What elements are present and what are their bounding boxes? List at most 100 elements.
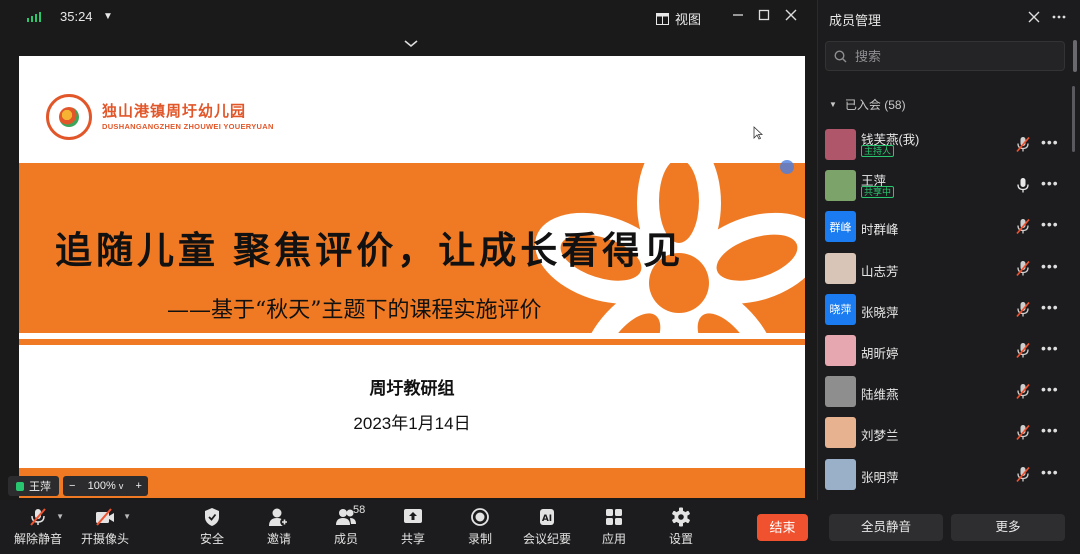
view-button[interactable]: 视图 — [656, 9, 701, 28]
member-more-icon[interactable]: ••• — [1041, 134, 1059, 150]
avatar: 晓萍 — [825, 293, 856, 325]
member-row[interactable]: 晓萍 张晓萍 ••• — [819, 289, 1071, 330]
active-speaker-tag: 王萍 — [8, 476, 59, 496]
avatar — [825, 252, 856, 284]
grid-view-icon — [656, 12, 669, 25]
panel-title: 成员管理 — [829, 13, 882, 28]
member-more-icon[interactable]: ••• — [1041, 381, 1059, 397]
slide-organization: 周圩教研组 — [369, 379, 455, 398]
member-row[interactable]: 张明萍 ••• — [819, 454, 1071, 495]
share-screen-icon — [404, 509, 422, 523]
mic-muted-icon[interactable] — [1015, 424, 1031, 441]
members-count: 58 — [353, 504, 366, 516]
member-row[interactable]: 胡昕婷 ••• — [819, 330, 1071, 371]
member-row[interactable]: 王萍 共享中 ••• — [819, 165, 1071, 206]
member-row[interactable]: 山志芳 ••• — [819, 248, 1071, 289]
member-role-badge: 主持人 — [861, 145, 895, 157]
add-user-icon — [269, 508, 289, 527]
joined-group-header[interactable]: ▼ 已入会 (58) — [829, 96, 906, 113]
member-row[interactable]: 刘梦兰 ••• — [819, 412, 1071, 453]
settings-button[interactable]: 设置 — [651, 506, 711, 547]
camera-label: 开摄像头 — [80, 532, 129, 546]
member-more-icon[interactable]: ••• — [1041, 464, 1059, 480]
zoom-out-button[interactable]: − — [69, 480, 75, 492]
maximize-icon — [758, 9, 770, 21]
member-more-icon[interactable]: ••• — [1041, 299, 1059, 315]
maximize-button[interactable] — [752, 6, 776, 28]
share-button[interactable]: 共享 — [383, 506, 443, 547]
timer-dropdown-icon[interactable]: ▼ — [103, 11, 113, 22]
search-icon — [834, 49, 847, 62]
meeting-timer: 35:24 — [60, 9, 93, 24]
camera-button[interactable]: ▼ 开摄像头 — [75, 506, 135, 547]
mic-muted-icon[interactable] — [1015, 260, 1031, 277]
apps-button[interactable]: 应用 — [584, 506, 644, 547]
slide-title: 追随儿童 聚焦评价，让成长看得见 — [55, 230, 685, 271]
avatar — [825, 334, 856, 366]
zoom-in-button[interactable]: + — [136, 480, 142, 492]
members-label: 成员 — [333, 532, 358, 546]
apps-label: 应用 — [601, 532, 626, 546]
mic-muted-icon[interactable] — [1015, 218, 1031, 235]
member-row[interactable]: 群峰 时群峰 ••• — [819, 206, 1071, 247]
mic-muted-icon[interactable] — [1015, 342, 1031, 359]
mute-all-button[interactable]: 全员静音 — [829, 514, 943, 541]
member-list-scrollbar[interactable] — [1072, 86, 1075, 152]
member-name: 山志芳 — [861, 264, 899, 279]
zoom-level-value: 100% — [87, 480, 116, 492]
divider-band — [19, 339, 805, 345]
avatar: 群峰 — [825, 211, 856, 243]
mic-muted-icon[interactable] — [1015, 383, 1031, 400]
zoom-level[interactable]: 100% v — [88, 480, 124, 492]
member-row[interactable]: 陆维燕 ••• — [819, 371, 1071, 412]
member-name: 刘梦兰 — [861, 429, 899, 444]
zoom-control: − 100% v + — [63, 476, 148, 496]
member-search[interactable] — [825, 41, 1065, 71]
member-list: 钱芙燕(我) 主持人 ••• 王萍 共享中 ••• 群峰 时群峰 ••• 山志芳 ••• 晓萍 张晓萍 •… — [819, 124, 1071, 495]
record-button[interactable]: 录制 — [450, 506, 510, 547]
member-name: 张明萍 — [861, 470, 899, 485]
minutes-button[interactable]: AI 会议纪要 — [517, 506, 577, 547]
zoom-dropdown-icon: v — [118, 481, 124, 491]
avatar-text: 晓萍 — [829, 304, 852, 317]
mic-on-icon[interactable] — [1015, 177, 1031, 194]
unmute-button[interactable]: ▼ 解除静音 — [8, 506, 68, 547]
minimize-button[interactable] — [726, 6, 750, 28]
close-icon — [785, 9, 797, 21]
signal-icon[interactable] — [27, 12, 41, 22]
more-button[interactable]: 更多 — [951, 514, 1065, 541]
end-meeting-button[interactable]: 结束 — [757, 514, 808, 541]
unmute-options-icon[interactable]: ▼ — [56, 512, 64, 521]
record-label: 录制 — [467, 532, 492, 546]
minimize-icon — [733, 14, 743, 16]
annotation-icon — [780, 160, 794, 174]
panel-more-button[interactable] — [1049, 6, 1069, 22]
members-button[interactable]: 58 成员 — [316, 504, 376, 547]
security-button[interactable]: 安全 — [182, 506, 242, 547]
member-more-icon[interactable]: ••• — [1041, 216, 1059, 232]
mic-active-icon — [16, 481, 24, 491]
logo-english-text: DUSHANGANGZHEN ZHOUWEI YOUERYUAN — [102, 122, 274, 131]
close-window-button[interactable] — [779, 6, 803, 28]
search-input[interactable] — [855, 48, 1045, 64]
gear-icon — [672, 507, 690, 527]
mic-muted-icon[interactable] — [1015, 466, 1031, 483]
member-more-icon[interactable]: ••• — [1041, 340, 1059, 356]
mic-muted-icon[interactable] — [1015, 301, 1031, 318]
member-more-icon[interactable]: ••• — [1041, 422, 1059, 438]
svg-text:AI: AI — [542, 514, 552, 524]
meeting-app: 35:24 ▼ 视图 独山港镇周圩幼儿园 DUSHANGANGZHEN ZHOU… — [0, 0, 1080, 554]
camera-options-icon[interactable]: ▼ — [123, 512, 131, 521]
invite-button[interactable]: 邀请 — [249, 506, 309, 547]
collapse-chevron-icon[interactable] — [403, 38, 419, 50]
avatar — [825, 129, 856, 160]
panel-close-button[interactable] — [1024, 6, 1044, 28]
mic-muted-icon[interactable] — [1015, 136, 1031, 153]
member-more-icon[interactable]: ••• — [1041, 258, 1059, 274]
apps-grid-icon — [606, 509, 622, 525]
member-row[interactable]: 钱芙燕(我) 主持人 ••• — [819, 124, 1071, 165]
avatar — [825, 458, 856, 490]
panel-scrollbar-top[interactable] — [1073, 40, 1077, 72]
view-label: 视图 — [675, 12, 702, 27]
member-more-icon[interactable]: ••• — [1041, 175, 1059, 191]
